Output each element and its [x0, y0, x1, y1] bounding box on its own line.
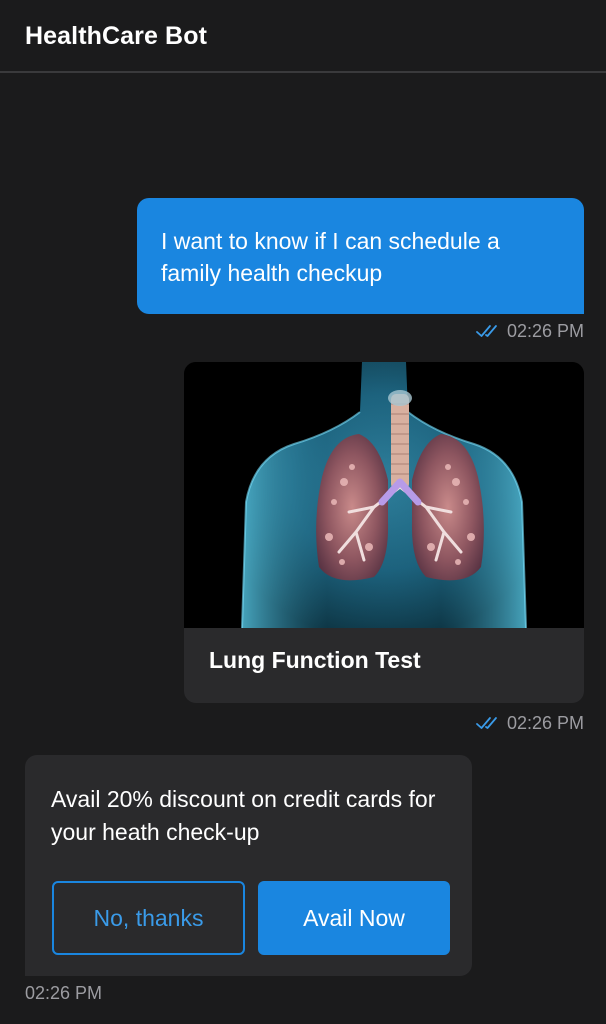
test-card[interactable]: Lung Function Test: [184, 362, 584, 703]
user-message-bubble: I want to know if I can schedule a famil…: [137, 198, 584, 314]
lungs-illustration: [184, 362, 584, 629]
page-title: HealthCare Bot: [25, 22, 207, 50]
no-thanks-button[interactable]: No, thanks: [52, 881, 245, 955]
bot-message-bubble: Avail 20% discount on credit cards for y…: [25, 755, 472, 976]
double-check-icon: [475, 715, 501, 731]
double-check-icon: [475, 323, 501, 339]
chat-header: HealthCare Bot: [0, 0, 606, 73]
message-timestamp: 02:26 PM: [506, 320, 584, 341]
message-timestamp: 02:26 PM: [25, 983, 103, 1003]
card-message-meta: 02:26 PM: [475, 712, 584, 734]
user-message-meta: 02:26 PM: [475, 320, 584, 342]
message-timestamp: 02:26 PM: [506, 712, 584, 733]
avail-now-button[interactable]: Avail Now: [258, 881, 450, 955]
card-title: Lung Function Test: [209, 647, 421, 673]
bot-message-text: Avail 20% discount on credit cards for y…: [51, 786, 436, 845]
user-message-text: I want to know if I can schedule a famil…: [161, 228, 500, 286]
